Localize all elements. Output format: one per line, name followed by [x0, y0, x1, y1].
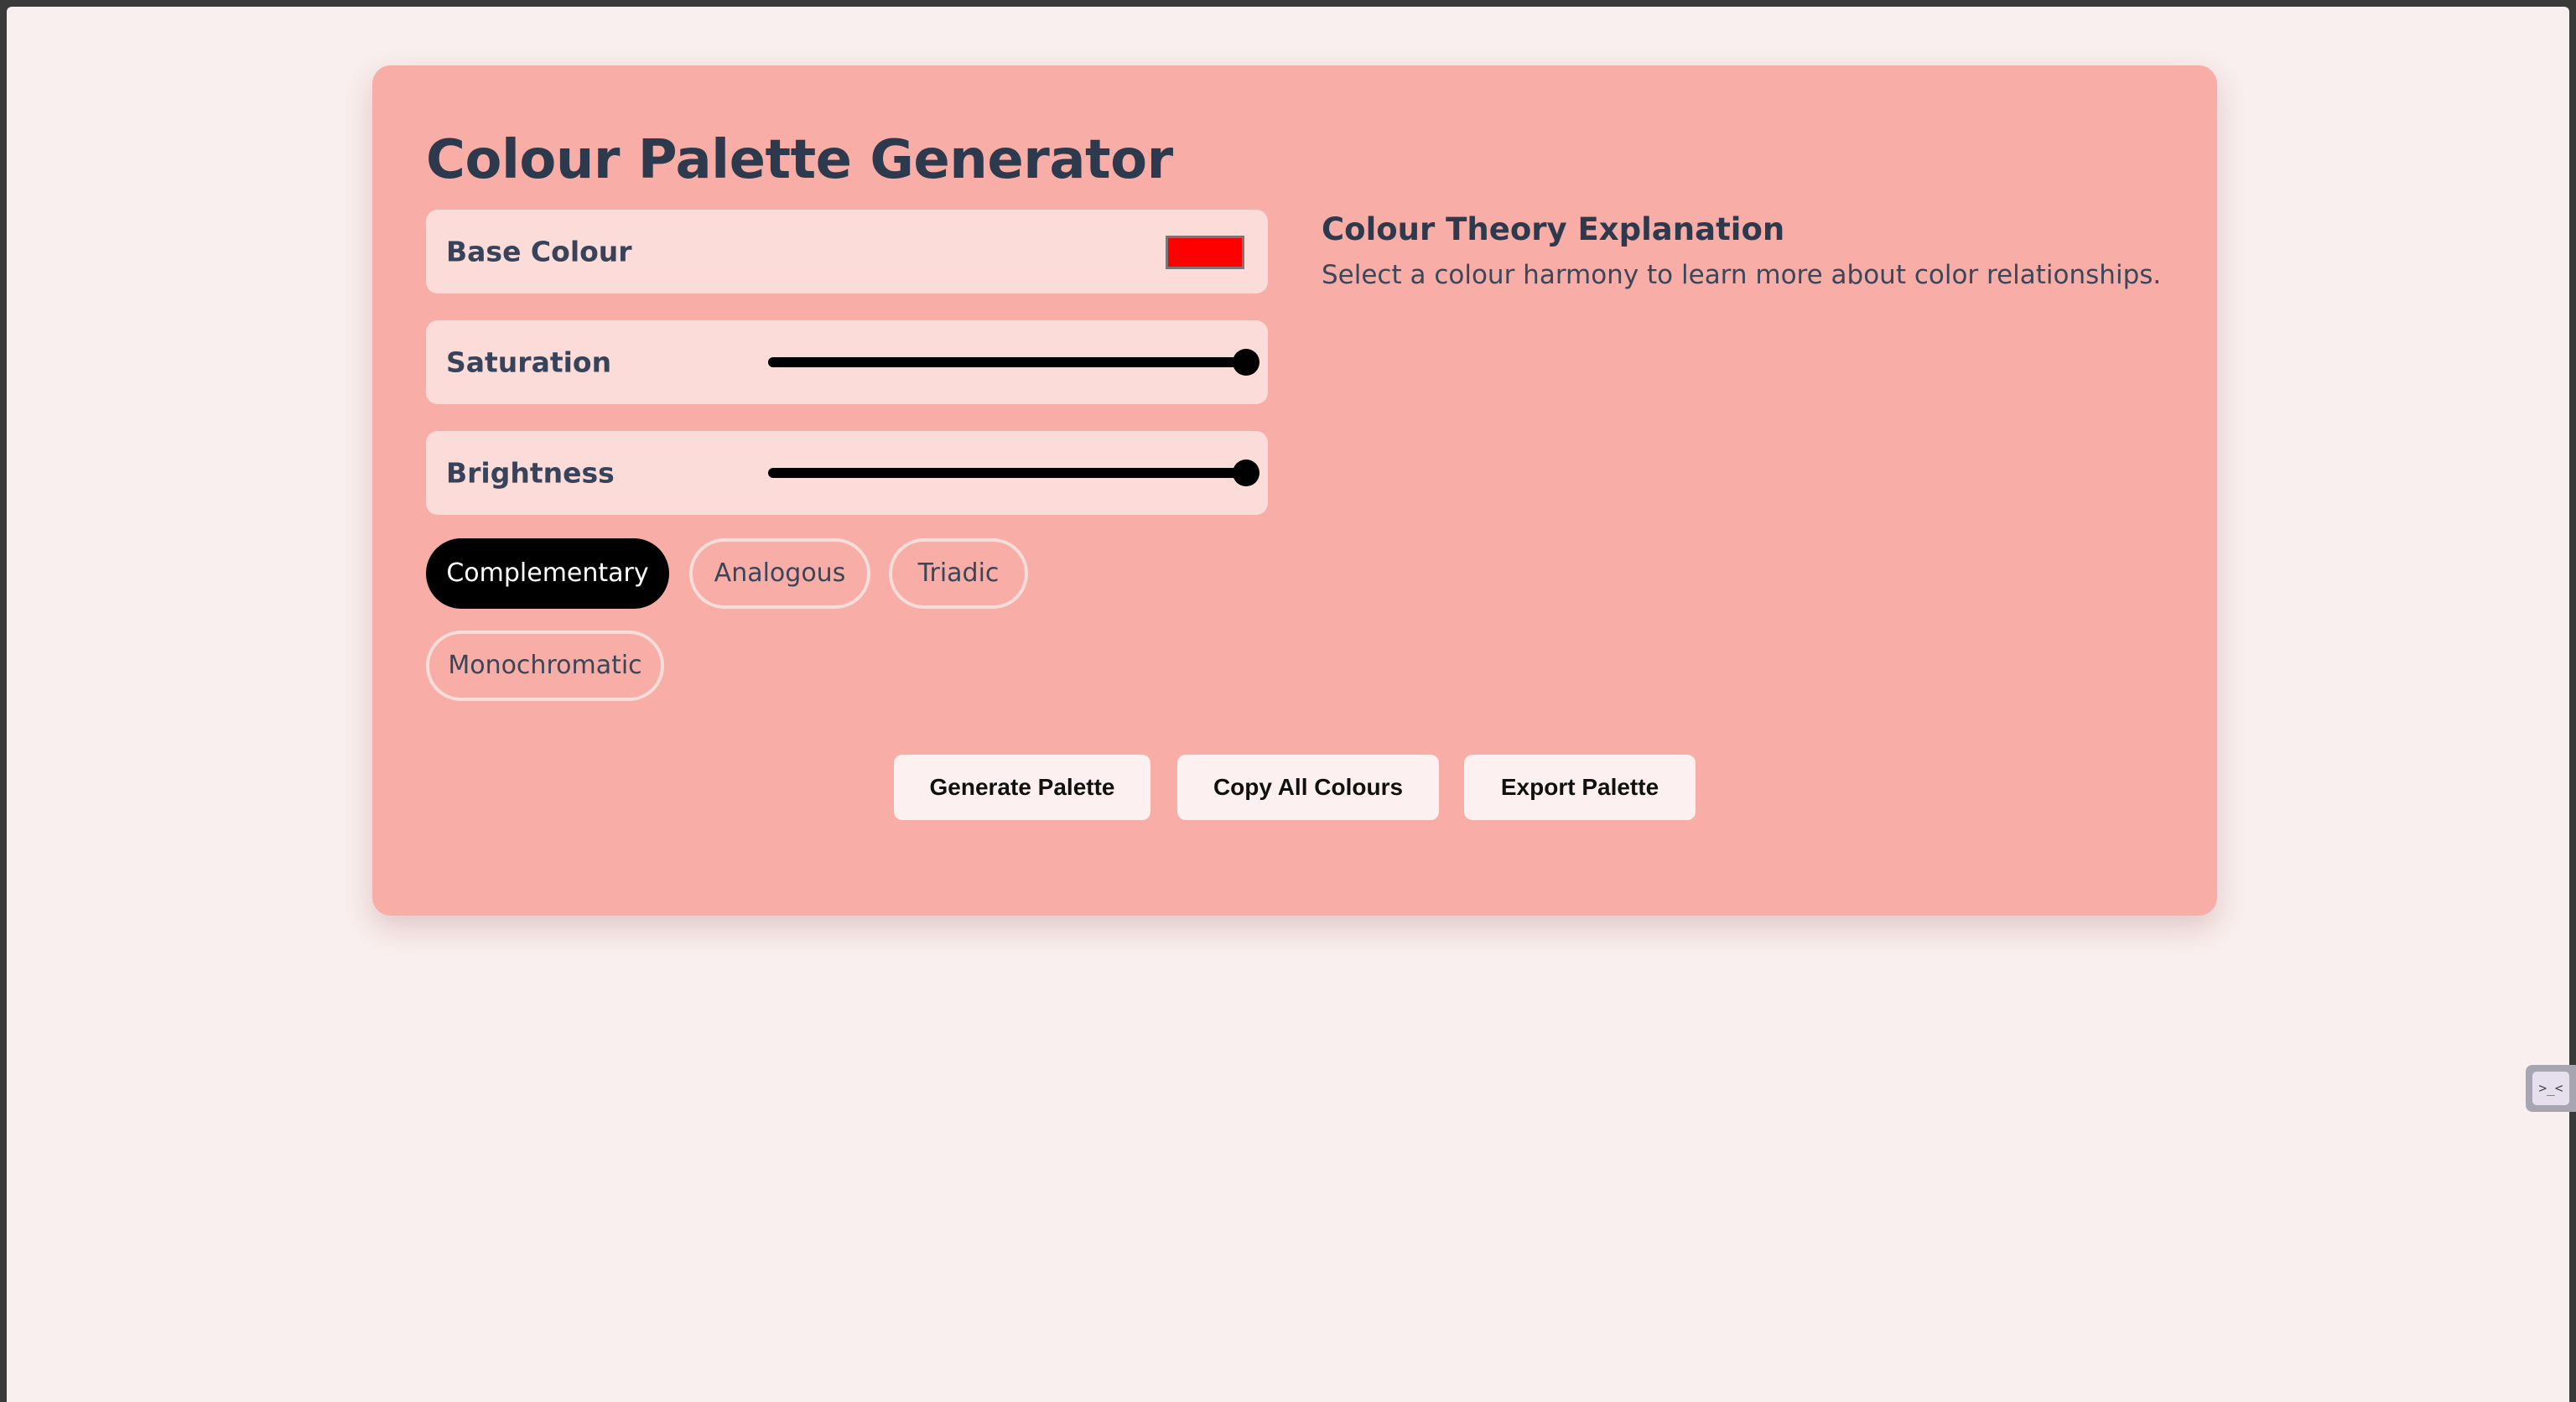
harmony-triadic-button[interactable]: Triadic	[889, 538, 1028, 609]
terminal-icon[interactable]: >_<	[2532, 1072, 2569, 1105]
brightness-label: Brightness	[446, 456, 615, 490]
devtools-widget[interactable]: >_<	[2526, 1065, 2576, 1112]
brightness-control: Brightness	[426, 431, 1268, 515]
harmony-analogous-button[interactable]: Analogous	[689, 538, 870, 609]
brightness-slider-thumb[interactable]	[1233, 460, 1259, 486]
generate-palette-button[interactable]: Generate Palette	[894, 755, 1150, 820]
saturation-slider[interactable]	[768, 349, 1259, 376]
saturation-control: Saturation	[426, 320, 1268, 404]
copy-all-colours-button[interactable]: Copy All Colours	[1177, 755, 1439, 820]
base-colour-control: Base Colour	[426, 210, 1268, 293]
palette-generator-card: Colour Palette Generator Base Colour Sat…	[372, 65, 2217, 916]
harmony-complementary-button[interactable]: Complementary	[426, 538, 669, 609]
base-colour-picker[interactable]	[1166, 236, 1244, 269]
colour-theory-title: Colour Theory Explanation	[1322, 211, 1785, 247]
saturation-label: Saturation	[446, 345, 612, 379]
brightness-slider-track[interactable]	[768, 468, 1246, 478]
saturation-slider-track[interactable]	[768, 357, 1246, 367]
browser-viewport: Colour Palette Generator Base Colour Sat…	[7, 7, 2576, 1402]
base-colour-label: Base Colour	[446, 235, 632, 268]
saturation-slider-thumb[interactable]	[1233, 349, 1259, 376]
export-palette-button[interactable]: Export Palette	[1464, 755, 1696, 820]
brightness-slider[interactable]	[768, 460, 1259, 486]
page-title: Colour Palette Generator	[426, 129, 1173, 191]
harmony-monochromatic-button[interactable]: Monochromatic	[426, 631, 664, 701]
colour-theory-text: Select a colour harmony to learn more ab…	[1322, 260, 2162, 290]
